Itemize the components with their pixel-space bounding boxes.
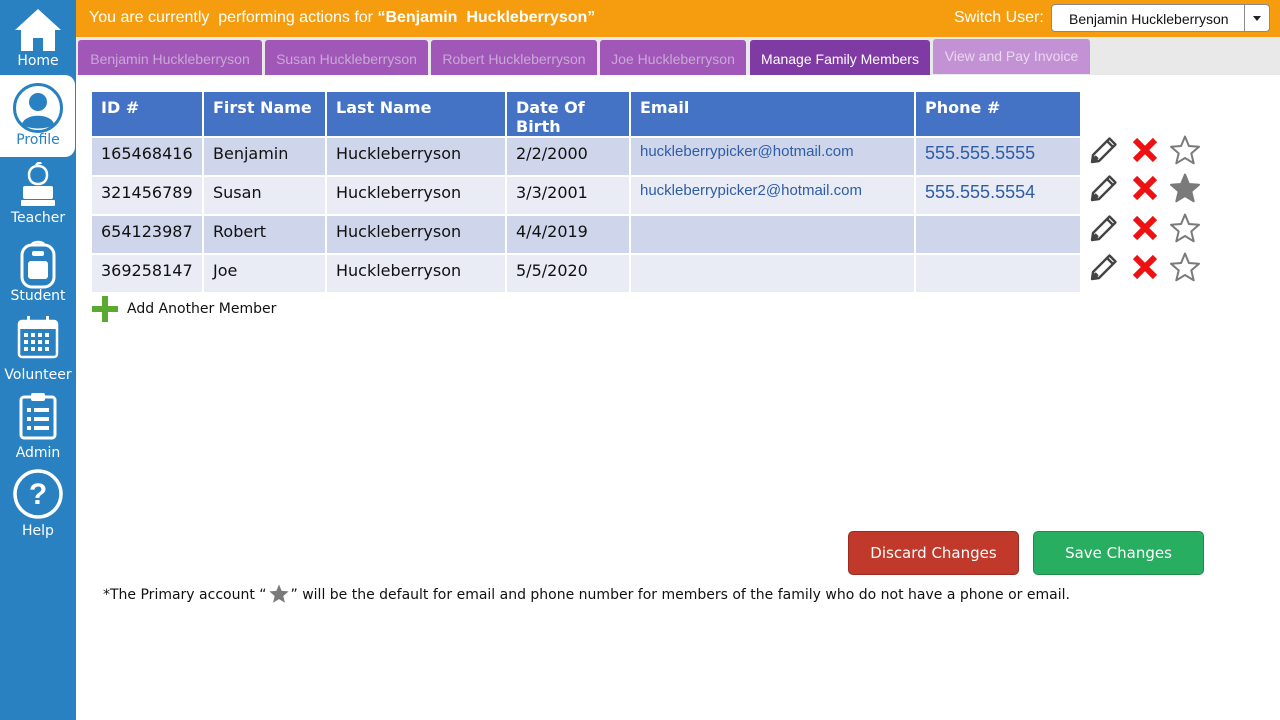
cell-email <box>631 255 916 294</box>
cell-phone[interactable]: 555.555.5554 <box>916 177 1080 216</box>
tab-susan[interactable]: Susan Huckleberryson <box>265 40 428 75</box>
clipboard-icon <box>19 393 57 440</box>
switch-user-select[interactable]: Benjamin Huckleberryson <box>1051 4 1270 32</box>
star-icon[interactable] <box>1169 172 1201 204</box>
tab-manage-family-members[interactable]: Manage Family Members <box>750 40 930 75</box>
calendar-icon <box>17 316 59 359</box>
primary-account-footnote: *The Primary account “ ” will be the defa… <box>103 583 1070 605</box>
plus-icon <box>92 296 118 322</box>
sidebar-item-help[interactable]: ? Help <box>0 468 76 540</box>
sidebar-item-label: Admin <box>15 445 61 461</box>
cell-first-name: Robert <box>204 216 327 255</box>
tab-view-pay-invoice[interactable]: View and Pay Invoice <box>933 39 1090 74</box>
chevron-down-icon[interactable] <box>1244 5 1269 31</box>
sidebar-item-home[interactable]: Home <box>0 0 76 72</box>
sidebar-item-label: Home <box>17 53 59 69</box>
cell-dob: 5/5/2020 <box>507 255 631 294</box>
footnote-text-after: ” will be the default for email and phon… <box>290 587 1070 603</box>
table-row: 654123987 Robert Huckleberryson 4/4/2019 <box>92 216 1080 255</box>
tab-benjamin[interactable]: Benjamin Huckleberryson <box>78 40 262 75</box>
save-changes-button[interactable]: Save Changes <box>1033 531 1204 575</box>
acting-user-name: “Benjamin Huckleberryson” <box>377 9 596 26</box>
sidebar-item-label: Volunteer <box>4 367 72 383</box>
star-icon <box>268 584 289 603</box>
pencil-icon[interactable] <box>1088 251 1120 283</box>
svg-text:?: ? <box>29 478 47 511</box>
cell-id: 369258147 <box>92 255 204 294</box>
family-members-table: ID # First Name Last Name Date Of Birth … <box>92 92 1080 294</box>
column-header-first-name: First Name <box>204 92 327 138</box>
acting-user-prefix: You are currently performing actions for <box>89 9 378 26</box>
star-icon[interactable] <box>1169 134 1201 166</box>
discard-changes-button[interactable]: Discard Changes <box>848 531 1019 575</box>
pencil-icon[interactable] <box>1088 134 1120 166</box>
cell-dob: 2/2/2000 <box>507 138 631 177</box>
sidebar-item-teacher[interactable]: Teacher <box>0 160 76 232</box>
user-icon <box>12 83 63 133</box>
sidebar-item-student[interactable]: Student <box>0 238 76 310</box>
cell-id: 654123987 <box>92 216 204 255</box>
table-row: 369258147 Joe Huckleberryson 5/5/2020 <box>92 255 1080 294</box>
cell-last-name: Huckleberryson <box>327 216 507 255</box>
star-icon[interactable] <box>1169 251 1201 283</box>
column-header-phone: Phone # <box>916 92 1080 138</box>
top-bar: You are currently performing actions for… <box>76 0 1280 37</box>
app-root: Home Profile Teacher Student Volunteer A… <box>0 0 1280 720</box>
star-icon[interactable] <box>1169 212 1201 244</box>
cell-dob: 4/4/2019 <box>507 216 631 255</box>
sidebar-item-label: Student <box>10 288 66 304</box>
sidebar-item-profile[interactable]: Profile <box>0 75 75 157</box>
delete-icon[interactable] <box>1129 134 1161 166</box>
footnote-text-before: *The Primary account “ <box>103 587 267 603</box>
row-action-group <box>1088 251 1208 287</box>
cell-first-name: Susan <box>204 177 327 216</box>
cell-phone <box>916 216 1080 255</box>
cell-phone <box>916 255 1080 294</box>
cell-phone[interactable]: 555.555.5555 <box>916 138 1080 177</box>
pencil-icon[interactable] <box>1088 212 1120 244</box>
cell-id: 321456789 <box>92 177 204 216</box>
cell-email[interactable]: huckleberrypicker@hotmail.com <box>631 138 916 177</box>
sidebar: Home Profile Teacher Student Volunteer A… <box>0 0 76 720</box>
cell-id: 165468416 <box>92 138 204 177</box>
tab-joe[interactable]: Joe Huckleberryson <box>600 40 746 75</box>
cell-first-name: Benjamin <box>204 138 327 177</box>
help-icon: ? <box>13 469 63 519</box>
add-member-label: Add Another Member <box>127 301 277 317</box>
home-icon <box>15 9 61 51</box>
switch-user-value: Benjamin Huckleberryson <box>1069 11 1229 27</box>
delete-icon[interactable] <box>1129 212 1161 244</box>
teacher-icon <box>21 162 55 206</box>
column-header-id: ID # <box>92 92 204 138</box>
cell-last-name: Huckleberryson <box>327 177 507 216</box>
table-row: 321456789 Susan Huckleberryson 3/3/2001 … <box>92 177 1080 216</box>
cell-last-name: Huckleberryson <box>327 255 507 294</box>
column-header-last-name: Last Name <box>327 92 507 138</box>
row-action-group <box>1088 172 1208 208</box>
sidebar-item-label: Teacher <box>10 210 66 226</box>
column-header-dob: Date Of Birth <box>507 92 631 138</box>
table-header-row: ID # First Name Last Name Date Of Birth … <box>92 92 1080 138</box>
delete-icon[interactable] <box>1129 251 1161 283</box>
tab-strip: Benjamin Huckleberryson Susan Huckleberr… <box>76 37 1280 75</box>
sidebar-item-label: Help <box>22 523 54 539</box>
switch-user-label: Switch User: <box>954 9 1044 26</box>
cell-first-name: Joe <box>204 255 327 294</box>
acting-user-message: You are currently performing actions for… <box>89 9 595 27</box>
pencil-icon[interactable] <box>1088 172 1120 204</box>
row-action-group <box>1088 134 1208 170</box>
sidebar-item-volunteer[interactable]: Volunteer <box>0 313 76 385</box>
sidebar-item-admin[interactable]: Admin <box>0 390 76 462</box>
tab-robert[interactable]: Robert Huckleberryson <box>431 40 597 75</box>
cell-email <box>631 216 916 255</box>
cell-dob: 3/3/2001 <box>507 177 631 216</box>
backpack-icon <box>20 240 56 289</box>
sidebar-item-label: Profile <box>16 132 60 148</box>
column-header-email: Email <box>631 92 916 138</box>
cell-email[interactable]: huckleberrypicker2@hotmail.com <box>631 177 916 216</box>
cell-last-name: Huckleberryson <box>327 138 507 177</box>
row-action-group <box>1088 212 1208 248</box>
delete-icon[interactable] <box>1129 172 1161 204</box>
table-row: 165468416 Benjamin Huckleberryson 2/2/20… <box>92 138 1080 177</box>
